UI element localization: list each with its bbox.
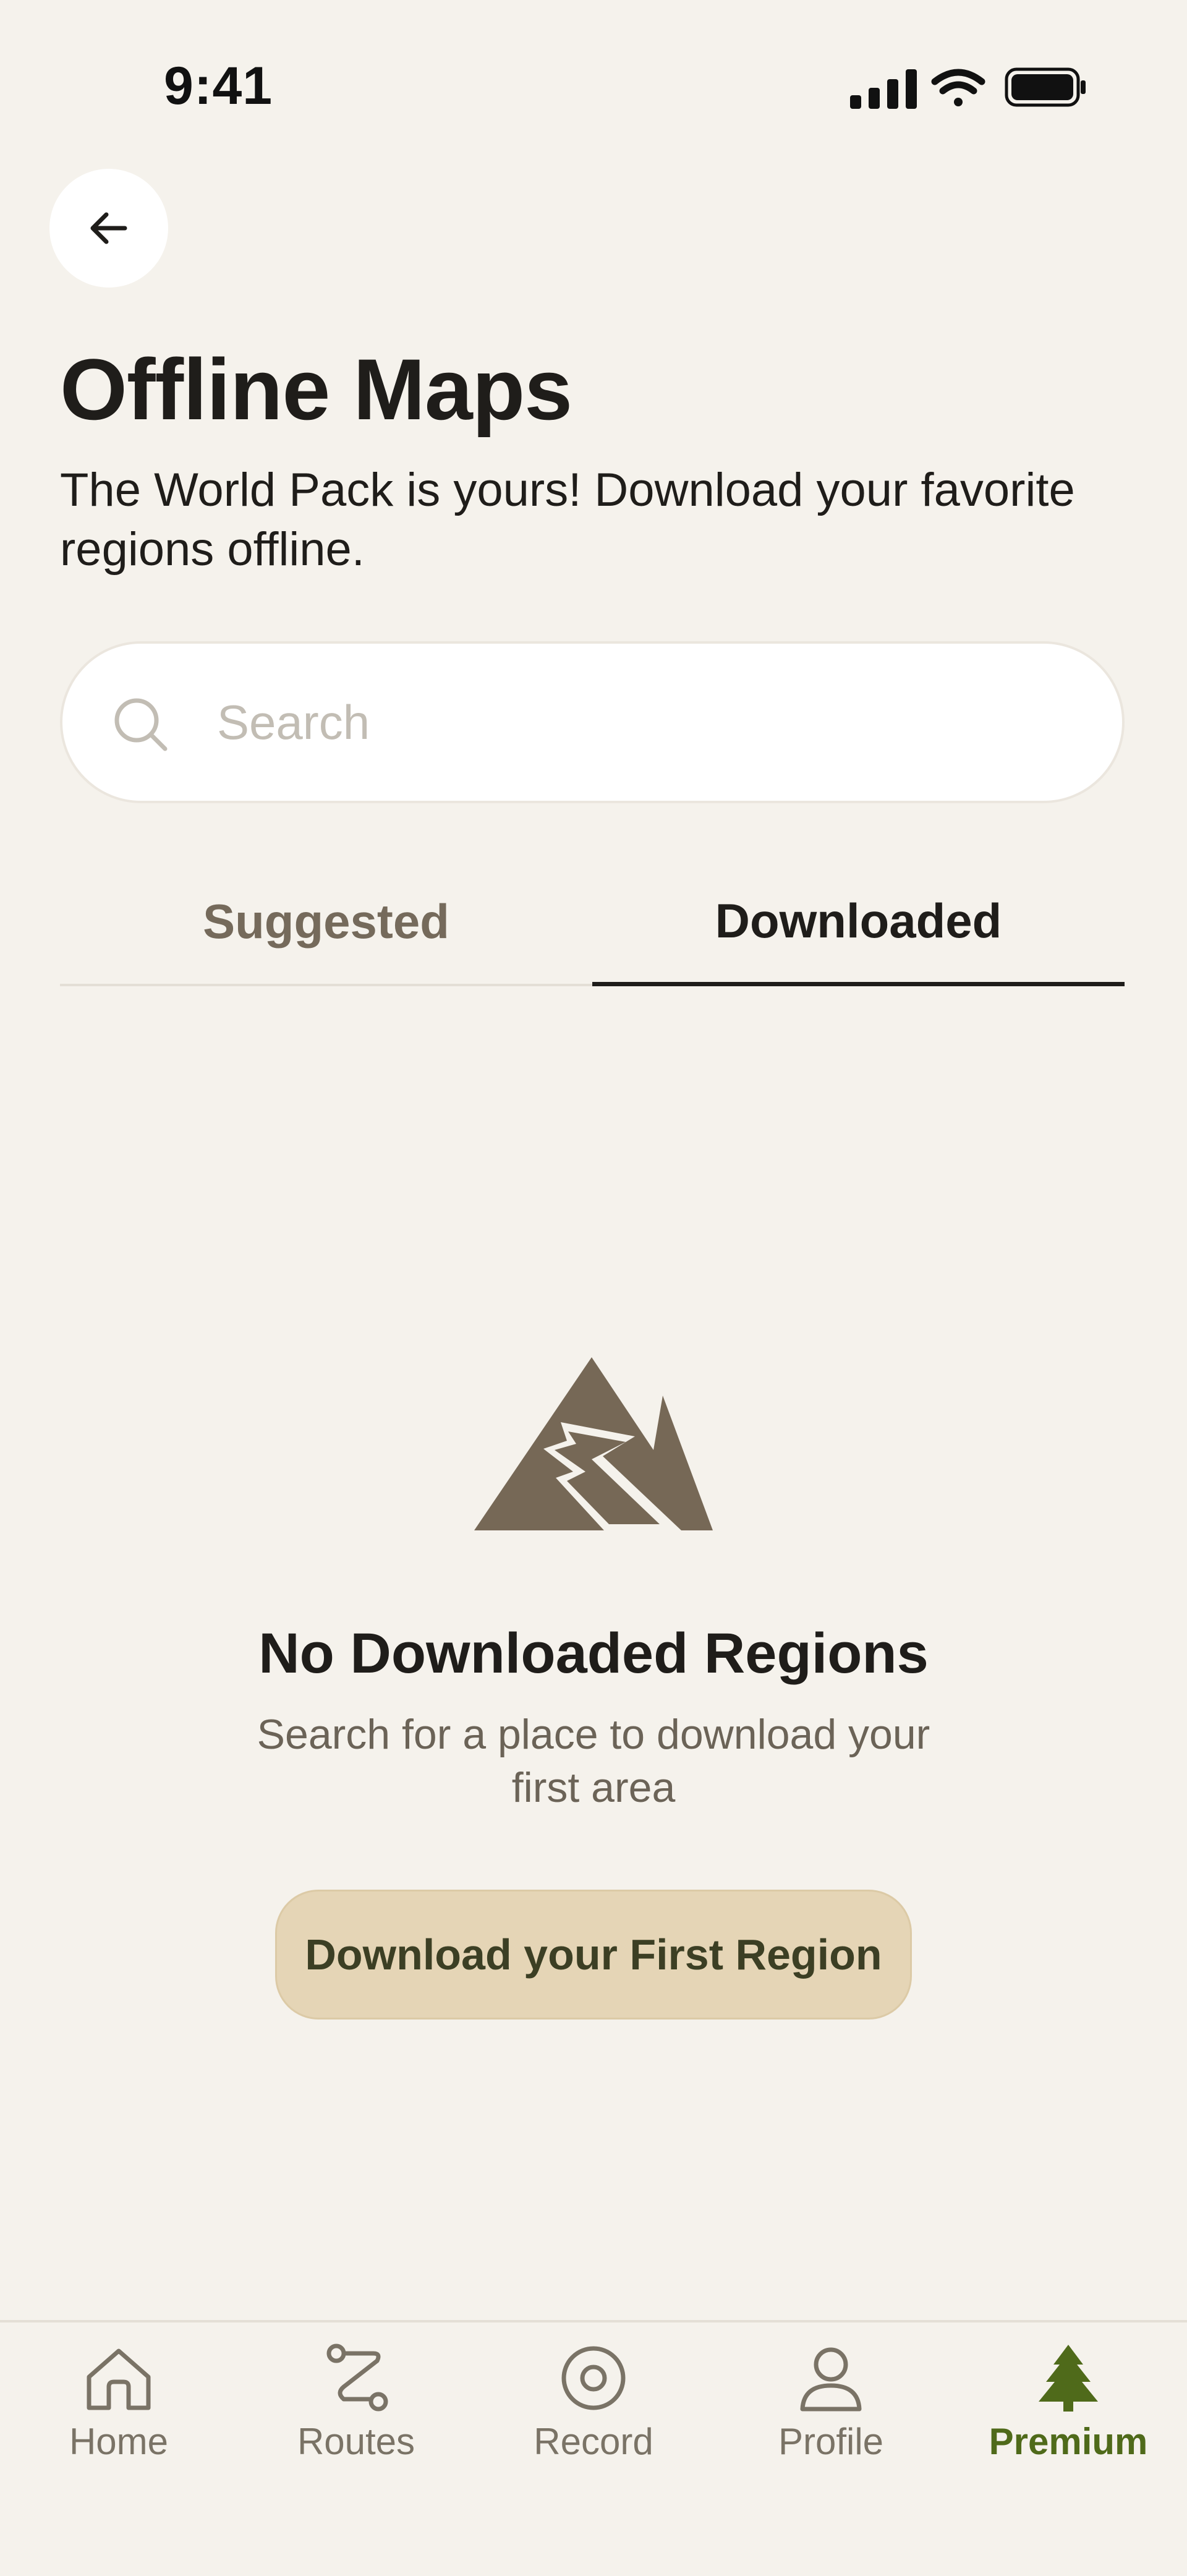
nav-item-premium[interactable]: Premium [950,2322,1187,2477]
nav-item-profile[interactable]: Profile [712,2322,950,2477]
empty-state-title: No Downloaded Regions [258,1622,929,1685]
cellular-signal-icon [850,69,917,109]
nav-label: Profile [778,2421,884,2462]
route-icon [326,2344,388,2412]
nav-label: Record [534,2421,653,2462]
status-icons [850,67,1086,109]
empty-state-description: Search for a place to download your firs… [257,1711,930,1811]
mountain-trail-icon [474,1357,713,1530]
wifi-icon [931,69,985,106]
battery-icon [1005,67,1086,107]
arrow-left-icon [90,212,127,244]
back-button[interactable] [49,169,168,288]
home-icon [87,2348,151,2410]
record-icon [561,2346,626,2410]
search-bar[interactable] [60,641,1125,803]
nav-label: Home [69,2421,169,2462]
tab-suggested[interactable]: Suggested [60,859,592,986]
bottom-navigation: Home Routes Record Profile Premium [0,2320,1187,2576]
download-first-region-button[interactable]: Download your First Region [275,1890,912,2019]
tab-downloaded[interactable]: Downloaded [592,859,1125,986]
nav-label: Routes [297,2421,415,2462]
page-title: Offline Maps [60,341,572,438]
nav-item-home[interactable]: Home [0,2322,237,2477]
person-icon [800,2347,862,2412]
tab-bar-segments: Suggested Downloaded [60,859,1125,986]
nav-item-record[interactable]: Record [475,2322,712,2477]
page-subtitle: The World Pack is yours! Download your f… [60,464,1075,576]
status-time: 9:41 [164,56,273,116]
tree-icon [1039,2345,1098,2412]
search-icon [114,698,168,751]
status-bar: 9:41 [0,0,1187,148]
search-input[interactable] [217,644,1083,801]
nav-item-routes[interactable]: Routes [237,2322,475,2477]
nav-label: Premium [989,2421,1148,2462]
